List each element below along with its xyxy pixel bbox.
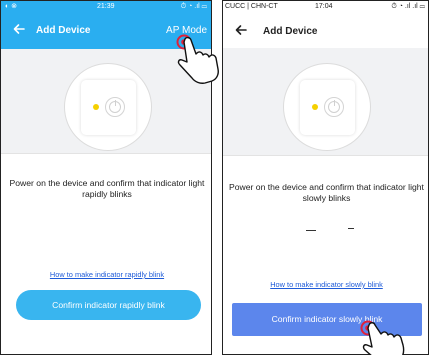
header-bar: Add Device xyxy=(223,14,428,48)
power-button-icon xyxy=(324,97,344,117)
device-icon xyxy=(81,80,136,135)
confirm-button[interactable]: Confirm indicator rapidly blink xyxy=(16,290,201,320)
status-left-icons: ◐ ⊗ xyxy=(5,3,18,10)
help-link[interactable]: How to make indicator slowly blink xyxy=(225,280,428,290)
arrow-left-icon[interactable] xyxy=(9,21,29,41)
help-link[interactable]: How to make indicator rapidly blink xyxy=(5,270,209,280)
arrow-left-icon-graphic xyxy=(235,25,247,35)
device-icon xyxy=(300,80,355,135)
page-content: Power on the device and confirm that ind… xyxy=(1,49,211,354)
dash-mark xyxy=(348,228,354,229)
instruction-text: Power on the device and confirm that ind… xyxy=(229,182,424,203)
status-time: 21:39 xyxy=(97,3,115,10)
status-bar: ◐ ⊗ 21:39 ⏱ ◔ .ıl ▭ xyxy=(1,1,211,13)
tap-hand-icon xyxy=(176,34,219,84)
status-time: 17:04 xyxy=(315,3,333,10)
power-button-icon xyxy=(105,97,125,117)
status-bar: CUCC | CHN-CT 17:04 ⏱ ◔ .ıl .ıl ▭ xyxy=(223,1,428,14)
indicator-light-icon xyxy=(312,104,318,110)
right-phone-screen: CUCC | CHN-CT 17:04 ⏱ ◔ .ıl .ıl ▭ Add De… xyxy=(222,0,429,355)
tap-hand-icon xyxy=(360,320,405,355)
indicator-light-icon xyxy=(93,104,99,110)
dash-mark xyxy=(306,230,316,231)
arrow-left-icon-graphic xyxy=(13,24,25,34)
device-illustration xyxy=(283,63,371,151)
device-illustration xyxy=(64,63,152,151)
comparison-stage: ◐ ⊗ 21:39 ⏱ ◔ .ıl ▭ Add Device AP Mode P… xyxy=(0,0,429,355)
page-title: Add Device xyxy=(36,25,91,36)
page-title: Add Device xyxy=(263,26,318,37)
arrow-left-icon[interactable] xyxy=(231,22,251,42)
status-right-icons: ⏱ ◔ .ıl ▭ xyxy=(180,3,207,10)
status-right-icons: ⏱ ◔ .ıl .ıl ▭ xyxy=(391,3,425,10)
status-carrier: CUCC | CHN-CT xyxy=(225,3,278,10)
device-illustration-area xyxy=(223,48,428,156)
instruction-text: Power on the device and confirm that ind… xyxy=(9,178,205,199)
page-content: Power on the device and confirm that ind… xyxy=(223,48,428,354)
